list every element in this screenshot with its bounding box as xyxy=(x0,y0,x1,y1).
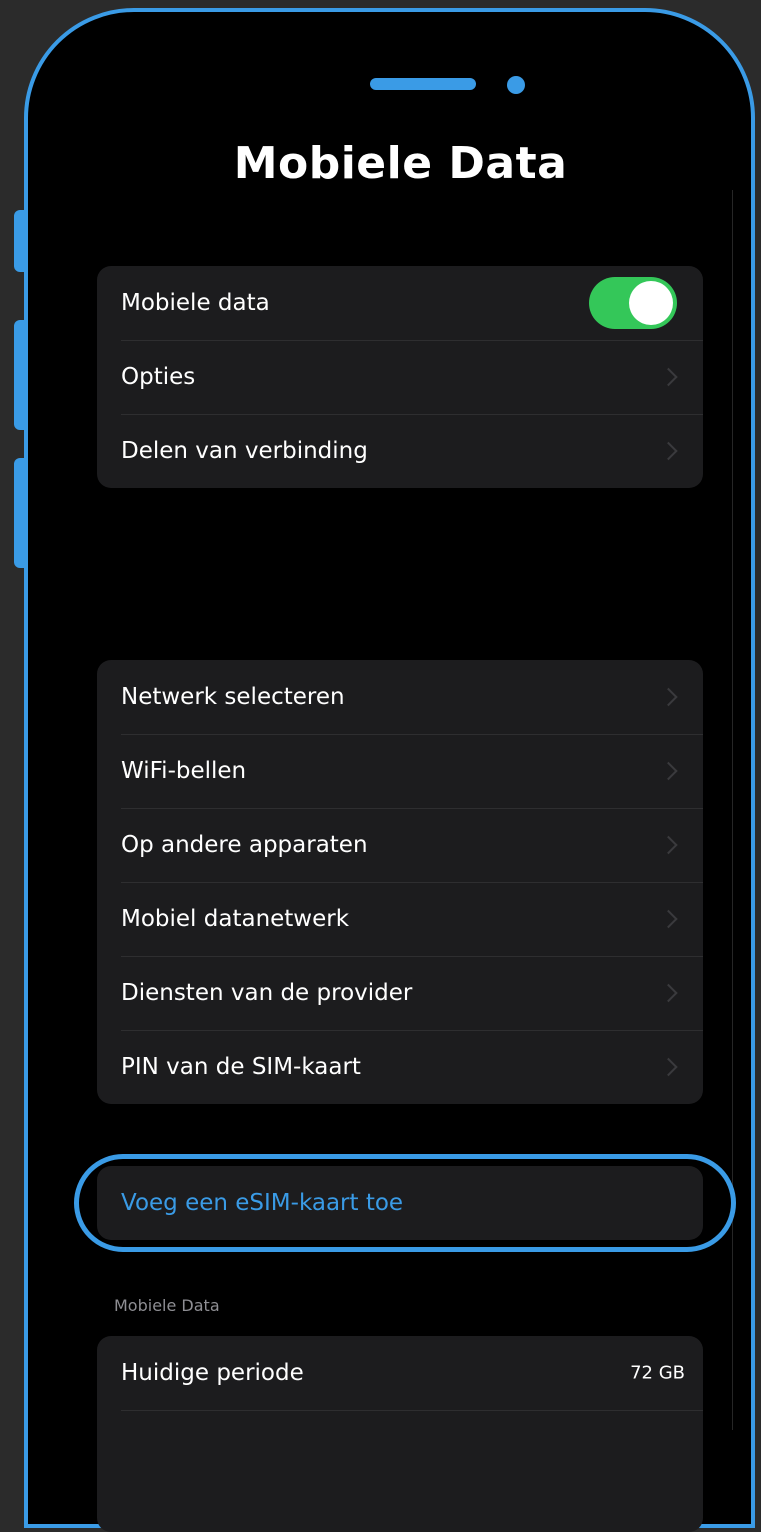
options-label: Opties xyxy=(121,364,196,390)
options-row[interactable]: Opties xyxy=(97,340,703,414)
network-selection-label: Netwerk selecteren xyxy=(121,684,345,710)
mobile-data-row[interactable]: Mobiele data xyxy=(97,266,703,340)
page-title: Mobiele Data xyxy=(233,138,568,189)
chevron-right-icon xyxy=(659,441,678,461)
scroll-indicator xyxy=(732,190,733,1430)
personal-hotspot-label: Delen van verbinding xyxy=(121,438,368,464)
other-devices-row[interactable]: Op andere apparaten xyxy=(97,808,703,882)
chevron-right-icon xyxy=(659,367,678,387)
carrier-services-row[interactable]: Diensten van de provider xyxy=(97,956,703,1030)
chevron-right-icon xyxy=(659,1057,678,1077)
chevron-right-icon xyxy=(659,909,678,929)
other-devices-label: Op andere apparaten xyxy=(121,832,368,858)
carrier-services-label: Diensten van de provider xyxy=(121,980,413,1006)
settings-group-mobile-data: Mobiele data Opties Delen van verbinding xyxy=(97,266,703,488)
current-period-row: Huidige periode 72 GB xyxy=(97,1336,703,1410)
mobile-data-label: Mobiele data xyxy=(121,290,270,316)
wifi-calling-label: WiFi-bellen xyxy=(121,758,247,784)
chevron-right-icon xyxy=(659,983,678,1003)
current-period-value: 72 GB xyxy=(630,1362,685,1384)
cellular-network-row[interactable]: Mobiel datanetwerk xyxy=(97,882,703,956)
list-item xyxy=(97,1410,703,1484)
section-header-mobile-data: Mobiele Data xyxy=(114,1296,220,1315)
network-selection-row[interactable]: Netwerk selecteren xyxy=(97,660,703,734)
current-period-label: Huidige periode xyxy=(121,1360,304,1386)
cellular-network-label: Mobiel datanetwerk xyxy=(121,906,350,932)
highlight-outline xyxy=(74,1154,736,1252)
toggle-knob xyxy=(629,281,673,325)
sim-pin-label: PIN van de SIM-kaart xyxy=(121,1054,361,1080)
personal-hotspot-row[interactable]: Delen van verbinding xyxy=(97,414,703,488)
chevron-right-icon xyxy=(659,761,678,781)
wifi-calling-row[interactable]: WiFi-bellen xyxy=(97,734,703,808)
chevron-right-icon xyxy=(659,835,678,855)
settings-group-usage: Huidige periode 72 GB xyxy=(97,1336,703,1532)
speaker-grille xyxy=(370,78,476,90)
settings-group-network: Netwerk selecteren WiFi-bellen Op andere… xyxy=(97,660,703,1104)
sim-pin-row[interactable]: PIN van de SIM-kaart xyxy=(97,1030,703,1104)
mobile-data-toggle[interactable] xyxy=(589,277,677,329)
front-camera xyxy=(507,76,525,94)
chevron-right-icon xyxy=(659,687,678,707)
